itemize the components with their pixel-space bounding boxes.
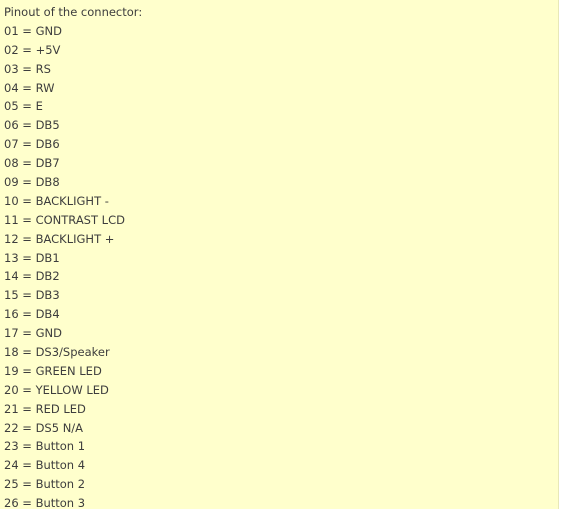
pin-line-24: 24 = Button 4 [4, 458, 86, 473]
pin-line-02: 02 = +5V [4, 42, 61, 57]
pinout-heading: Pinout of the connector: [4, 5, 143, 19]
pin-line-17: 17 = GND [4, 326, 62, 341]
pin-line-09: 09 = DB8 [4, 175, 60, 190]
pin-line-20: 20 = YELLOW LED [4, 382, 109, 397]
pin-line-04: 04 = RW [4, 80, 55, 95]
pin-line-16: 16 = DB4 [4, 307, 60, 322]
pin-line-21: 21 = RED LED [4, 401, 86, 416]
pin-line-26: 26 = Button 3 [4, 496, 86, 511]
pin-line-01: 01 = GND [4, 23, 62, 38]
pin-line-15: 15 = DB3 [4, 288, 60, 303]
pin-line-18: 18 = DS3/Speaker [4, 345, 110, 360]
pin-line-10: 10 = BACKLIGHT - [4, 193, 109, 208]
pin-line-07: 07 = DB6 [4, 137, 60, 152]
pin-line-06: 06 = DB5 [4, 118, 60, 133]
pin-line-14: 14 = DB2 [4, 269, 60, 284]
pinout-panel: Pinout of the connector: 01 = GND 02 = +… [0, 0, 559, 510]
pin-line-13: 13 = DB1 [4, 250, 60, 265]
pin-line-25: 25 = Button 2 [4, 477, 86, 492]
pin-line-23: 23 = Button 1 [4, 439, 86, 454]
pin-line-22: 22 = DS5 N/A [4, 420, 84, 435]
pin-line-11: 11 = CONTRAST LCD [4, 212, 125, 227]
pin-line-03: 03 = RS [4, 61, 51, 76]
pin-line-05: 05 = E [4, 99, 43, 114]
pin-line-19: 19 = GREEN LED [4, 363, 102, 378]
pin-line-12: 12 = BACKLIGHT + [4, 231, 115, 246]
pin-line-08: 08 = DB7 [4, 156, 60, 171]
